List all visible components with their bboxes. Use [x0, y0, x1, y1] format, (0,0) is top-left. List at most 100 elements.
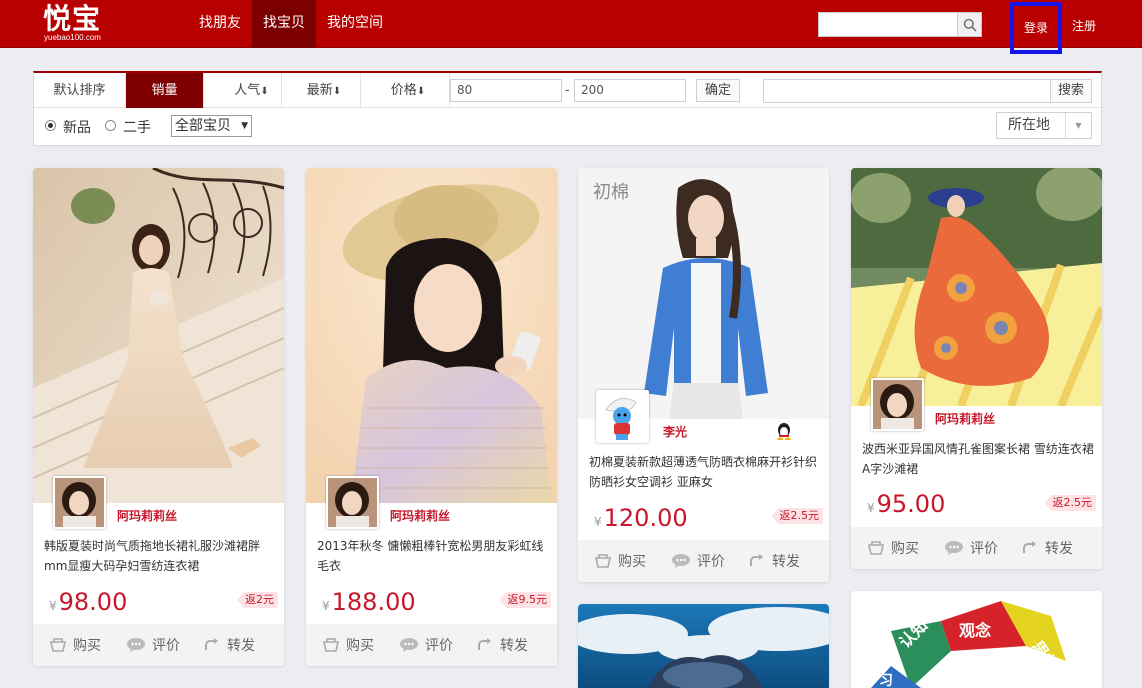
register-link[interactable]: 注册	[1072, 17, 1096, 34]
search-input[interactable]	[819, 13, 957, 36]
category-select[interactable]: 全部宝贝 ▼	[171, 115, 252, 137]
author-avatar[interactable]	[596, 390, 649, 443]
product-card[interactable]: 阿玛莉莉丝 波西米亚异国风情孔雀图案长裙 雪纺连衣裙A字沙滩裙 ¥95.00 返…	[851, 168, 1102, 569]
comment-label: 评价	[425, 638, 453, 654]
penguin-icon	[777, 423, 791, 441]
buy-label: 购买	[618, 554, 646, 570]
search-button[interactable]	[957, 13, 981, 36]
author-avatar[interactable]	[53, 476, 106, 529]
product-price: ¥95.00	[867, 490, 945, 518]
comment-label: 评价	[970, 541, 998, 557]
comment-button[interactable]: 评价	[944, 538, 998, 558]
product-image[interactable]	[578, 168, 829, 419]
author-avatar[interactable]	[871, 378, 924, 431]
comment-icon	[400, 638, 418, 652]
card-actions: 购买 评价 转发	[578, 540, 829, 582]
price-max-input[interactable]: 200	[574, 79, 686, 102]
author-name[interactable]: 阿玛莉莉丝	[117, 507, 177, 524]
sort-sales-tab[interactable]: 销量	[126, 73, 204, 108]
share-label: 转发	[1045, 541, 1073, 557]
product-card[interactable]: 阿玛莉莉丝 2013年秋冬 慵懒粗棒针宽松男朋友彩虹线毛衣 ¥188.00 返9…	[306, 168, 557, 666]
buy-button[interactable]: 购买	[322, 635, 374, 655]
price-confirm-button[interactable]: 确定	[696, 79, 740, 102]
currency-symbol: ¥	[49, 599, 57, 613]
product-card[interactable]	[578, 604, 829, 688]
product-title[interactable]: 2013年秋冬 慵懒粗棒针宽松男朋友彩虹线毛衣	[317, 536, 549, 576]
product-photo-blue-cardigan	[578, 168, 829, 419]
cart-icon	[595, 554, 611, 568]
product-card[interactable]: 阿玛莉莉丝 韩版夏装时尚气质拖地长裙礼服沙滩裙胖mm显瘦大码孕妇雪纺连衣裙 ¥9…	[33, 168, 284, 666]
comment-label: 评价	[152, 638, 180, 654]
currency-symbol: ¥	[594, 515, 602, 529]
keyword-input[interactable]	[763, 79, 1051, 103]
caret-down-icon: ▼	[1065, 113, 1091, 138]
avatar-girl-photo	[55, 478, 104, 527]
rebate-badge: 返9.5元	[499, 592, 551, 608]
share-button[interactable]: 转发	[203, 635, 255, 655]
product-image[interactable]	[33, 168, 284, 503]
radio-used-label[interactable]: 二手	[123, 117, 151, 137]
sort-price-label: 价格	[390, 83, 417, 98]
filter-panel: 默认排序 销量 人气⬇ 最新⬇ 价格⬇ 80 - 200 确定 搜索 新品 二手…	[33, 71, 1102, 146]
radio-new[interactable]	[45, 120, 56, 131]
nav-find-items[interactable]: 找宝贝	[252, 0, 316, 48]
sort-default-tab[interactable]: 默认排序	[34, 73, 126, 108]
product-title[interactable]: 韩版夏装时尚气质拖地长裙礼服沙滩裙胖mm显瘦大码孕妇雪纺连衣裙	[44, 536, 276, 576]
buy-button[interactable]: 购买	[49, 635, 101, 655]
price-min-input[interactable]: 80	[450, 79, 562, 102]
radio-used[interactable]	[105, 120, 116, 131]
share-icon	[1023, 541, 1036, 553]
category-value: 全部宝贝	[175, 118, 231, 134]
header-search	[818, 12, 982, 37]
product-title[interactable]: 波西米亚异国风情孔雀图案长裙 雪纺连衣裙A字沙滩裙	[862, 439, 1094, 479]
comment-button[interactable]: 评价	[671, 551, 725, 571]
author-avatar[interactable]	[326, 476, 379, 529]
keyword-search-button[interactable]: 搜索	[1050, 79, 1092, 103]
sort-popularity-tab[interactable]: 人气⬇	[204, 73, 282, 108]
share-button[interactable]: 转发	[748, 551, 800, 571]
card-actions: 购买 评价 转发	[851, 527, 1102, 569]
product-image[interactable]	[851, 168, 1102, 406]
card-actions: 购买 评价 转发	[306, 624, 557, 666]
search-icon	[963, 18, 977, 32]
site-logo[interactable]: 悦宝 yuebao100.com	[43, 3, 101, 43]
rebate-badge: 返2.5元	[771, 508, 823, 524]
product-price: ¥188.00	[322, 588, 416, 616]
product-card[interactable]: 认知 观念 思想 习	[851, 591, 1102, 688]
price-separator: -	[565, 83, 570, 98]
nav-find-friends[interactable]: 找朋友	[188, 0, 252, 48]
top-bar: 悦宝 yuebao100.com 找朋友 找宝贝 我的空间 登录 注册	[0, 0, 1142, 54]
card-actions: 购买 评价 转发	[33, 624, 284, 666]
comment-button[interactable]: 评价	[126, 635, 180, 655]
author-name[interactable]: 李光	[663, 423, 687, 440]
buy-button[interactable]: 购买	[867, 538, 919, 558]
radio-new-label[interactable]: 新品	[63, 117, 91, 137]
product-price: ¥120.00	[594, 504, 688, 532]
qq-icon[interactable]	[776, 422, 792, 444]
sort-price-tab[interactable]: 价格⬇	[361, 73, 450, 108]
sort-newest-tab[interactable]: 最新⬇	[282, 73, 361, 108]
cart-icon	[868, 541, 884, 555]
price-value: 188.00	[331, 588, 416, 616]
author-name[interactable]: 阿玛莉莉丝	[390, 507, 450, 524]
share-label: 转发	[227, 638, 255, 654]
share-button[interactable]: 转发	[1021, 538, 1073, 558]
product-card[interactable]: 初棉 李光 初棉夏装新款超薄透气防晒衣棉麻开衫针织防晒衫女空调衫 亚麻女 ¥12…	[578, 168, 829, 582]
arrow-down-icon: ⬇	[416, 86, 426, 97]
buy-button[interactable]: 购买	[594, 551, 646, 571]
share-button[interactable]: 转发	[476, 635, 528, 655]
buy-label: 购买	[346, 638, 374, 654]
product-title[interactable]: 初棉夏装新款超薄透气防晒衣棉麻开衫针织防晒衫女空调衫 亚麻女	[589, 452, 821, 492]
product-image[interactable]	[306, 168, 557, 503]
sort-sales-label: 销量	[151, 83, 178, 98]
nav-my-space[interactable]: 我的空间	[316, 0, 394, 48]
comment-icon	[672, 554, 690, 568]
location-select[interactable]: 所在地 ▼	[996, 112, 1092, 139]
logo-subtitle: yuebao100.com	[44, 33, 101, 42]
author-name[interactable]: 阿玛莉莉丝	[935, 410, 995, 427]
share-label: 转发	[500, 638, 528, 654]
login-link[interactable]: 登录	[1010, 2, 1062, 54]
comment-icon	[945, 541, 963, 555]
comment-label: 评价	[697, 554, 725, 570]
comment-button[interactable]: 评价	[399, 635, 453, 655]
